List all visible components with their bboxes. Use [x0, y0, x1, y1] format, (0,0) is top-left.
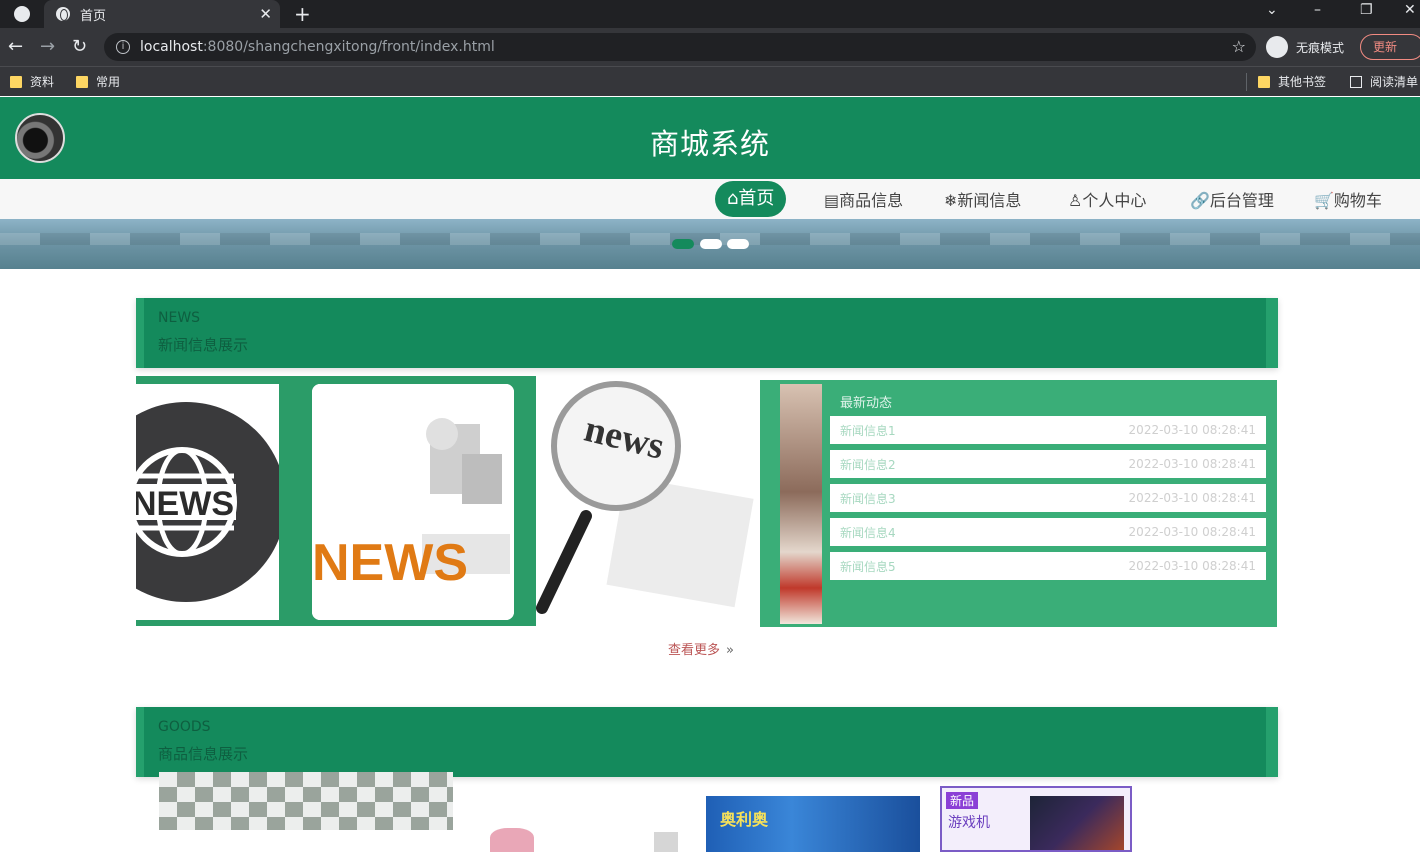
incognito-label: 无痕模式	[1296, 40, 1345, 55]
close-tab-icon[interactable]: ✕	[259, 5, 272, 23]
incognito-icon	[1266, 36, 1288, 58]
news-item-title: 新闻信息3	[840, 491, 896, 506]
news-item-date: 2022-03-10 08:28:41	[1128, 491, 1256, 505]
new-tab-icon[interactable]: +	[294, 2, 311, 26]
nav-news[interactable]: ❄新闻信息	[944, 187, 1021, 211]
news-card-3[interactable]: news	[536, 376, 756, 626]
folder-icon	[1258, 75, 1270, 88]
browser-tabstrip: 首页 ✕ + ⌄ – ❐ ✕	[0, 0, 1420, 28]
browser-menu-icon[interactable]	[14, 6, 30, 22]
product-4-text: 奥利奥	[720, 810, 769, 829]
browser-tab[interactable]: 首页 ✕	[44, 0, 280, 28]
product-image-3[interactable]	[654, 832, 678, 852]
site-info-icon[interactable]: i	[116, 40, 130, 54]
url-host: localhost	[140, 39, 203, 55]
news-card-2[interactable]: NEWS	[312, 384, 514, 620]
carousel-dot-3[interactable]	[727, 239, 749, 249]
news-list-item[interactable]: 新闻信息1 2022-03-10 08:28:41	[830, 416, 1266, 444]
nav-admin[interactable]: 🔗后台管理	[1190, 187, 1274, 211]
view-more-link[interactable]: 查看更多 »	[668, 639, 734, 658]
reading-list-icon	[1350, 75, 1362, 88]
news-item-date: 2022-03-10 08:28:41	[1128, 559, 1256, 573]
globe-icon	[56, 7, 70, 21]
news-section-header: NEWS 新闻信息展示	[136, 298, 1278, 368]
latest-news-panel: 最新动态 新闻信息1 2022-03-10 08:28:41 新闻信息2 202…	[760, 380, 1277, 627]
nav-goods[interactable]: ▤商品信息	[824, 187, 903, 211]
latest-news-title: 最新动态	[840, 396, 893, 411]
site-title: 商城系统	[649, 127, 770, 161]
carousel-dot-2[interactable]	[700, 239, 722, 249]
back-icon[interactable]: ←	[8, 36, 23, 57]
tab-search-icon[interactable]: ⌄	[1266, 2, 1278, 18]
news-section-en-title: NEWS	[158, 310, 201, 326]
news-item-date: 2022-03-10 08:28:41	[1128, 525, 1256, 539]
forward-icon[interactable]: →	[40, 36, 55, 57]
folder-icon	[10, 75, 22, 88]
product-image-5[interactable]: 新品 游戏机	[940, 786, 1132, 852]
bookmark-folder-0[interactable]: 资料	[10, 73, 54, 90]
view-more-label: 查看更多	[668, 643, 721, 658]
goods-section-header: GOODS 商品信息展示	[136, 707, 1278, 777]
news-image-carousel[interactable]: NEWS NEWS news	[136, 376, 756, 626]
news-item-date: 2022-03-10 08:28:41	[1128, 457, 1256, 471]
nav-home[interactable]: ⌂首页	[715, 181, 787, 217]
minimize-icon[interactable]: –	[1314, 2, 1321, 18]
news-list-item[interactable]: 新闻信息2 2022-03-10 08:28:41	[830, 450, 1266, 478]
news-item-title: 新闻信息2	[840, 457, 896, 472]
news-item-title: 新闻信息1	[840, 423, 896, 438]
other-bookmarks-label: 其他书签	[1278, 75, 1327, 89]
news-card-1[interactable]: NEWS	[136, 384, 279, 620]
news-list-item[interactable]: 新闻信息4 2022-03-10 08:28:41	[830, 518, 1266, 546]
news-list-item[interactable]: 新闻信息3 2022-03-10 08:28:41	[830, 484, 1266, 512]
product-5-tag: 新品	[946, 792, 979, 809]
news-section-cn-title: 新闻信息展示	[158, 336, 249, 354]
incognito-indicator[interactable]: 无痕模式	[1266, 36, 1344, 58]
latest-news-thumbnail[interactable]	[780, 384, 822, 624]
news-item-title: 新闻信息4	[840, 525, 896, 540]
bookmarks-bar: 资料 常用 其他书签 阅读清单	[0, 66, 1420, 96]
bookmark-label: 资料	[30, 75, 55, 89]
reading-list-label: 阅读清单	[1370, 75, 1419, 89]
nav-cart[interactable]: 🛒购物车	[1314, 187, 1382, 211]
bookmarks-divider	[1246, 73, 1247, 91]
bookmark-star-icon[interactable]: ☆	[1232, 37, 1246, 56]
product-5-picture	[1030, 796, 1124, 850]
carousel-dot-1[interactable]	[672, 239, 694, 249]
folder-icon	[76, 75, 88, 88]
window-close-icon[interactable]: ✕	[1404, 2, 1416, 18]
news-item-title: 新闻信息5	[840, 559, 896, 574]
product-image-4[interactable]: 奥利奥	[706, 796, 920, 852]
url-input[interactable]: i localhost :8080/shangchengxitong/front…	[104, 33, 1256, 61]
product-5-text: 游戏机	[948, 815, 990, 831]
bookmark-folder-1[interactable]: 常用	[76, 73, 120, 90]
main-nav: ⌂首页 ▤商品信息 ❄新闻信息 ♙个人中心 🔗后台管理 🛒购物车	[0, 179, 1420, 219]
news-card-1-text: NEWS	[136, 485, 234, 523]
reading-list[interactable]: 阅读清单	[1350, 73, 1418, 90]
update-button[interactable]: 更新	[1360, 34, 1420, 60]
bookmark-label: 常用	[96, 75, 121, 89]
url-path: :8080/shangchengxitong/front/index.html	[202, 39, 495, 55]
news-card-2-text: NEWS	[312, 534, 468, 592]
goods-section-cn-title: 商品信息展示	[158, 745, 249, 763]
restore-icon[interactable]: ❐	[1360, 2, 1373, 18]
news-list-item[interactable]: 新闻信息5 2022-03-10 08:28:41	[830, 552, 1266, 580]
site-header: 商城系统	[0, 97, 1420, 179]
nav-user-center[interactable]: ♙个人中心	[1068, 187, 1146, 211]
tab-title: 首页	[80, 8, 107, 24]
goods-section-en-title: GOODS	[158, 719, 211, 735]
product-image-1[interactable]	[159, 772, 453, 830]
news-item-date: 2022-03-10 08:28:41	[1128, 423, 1256, 437]
address-bar: ← → ↻ i localhost :8080/shangchengxitong…	[0, 28, 1420, 66]
product-image-2[interactable]	[490, 828, 534, 852]
double-chevron-right-icon: »	[726, 643, 734, 658]
reload-icon[interactable]: ↻	[72, 36, 87, 57]
other-bookmarks[interactable]: 其他书签	[1258, 73, 1326, 90]
